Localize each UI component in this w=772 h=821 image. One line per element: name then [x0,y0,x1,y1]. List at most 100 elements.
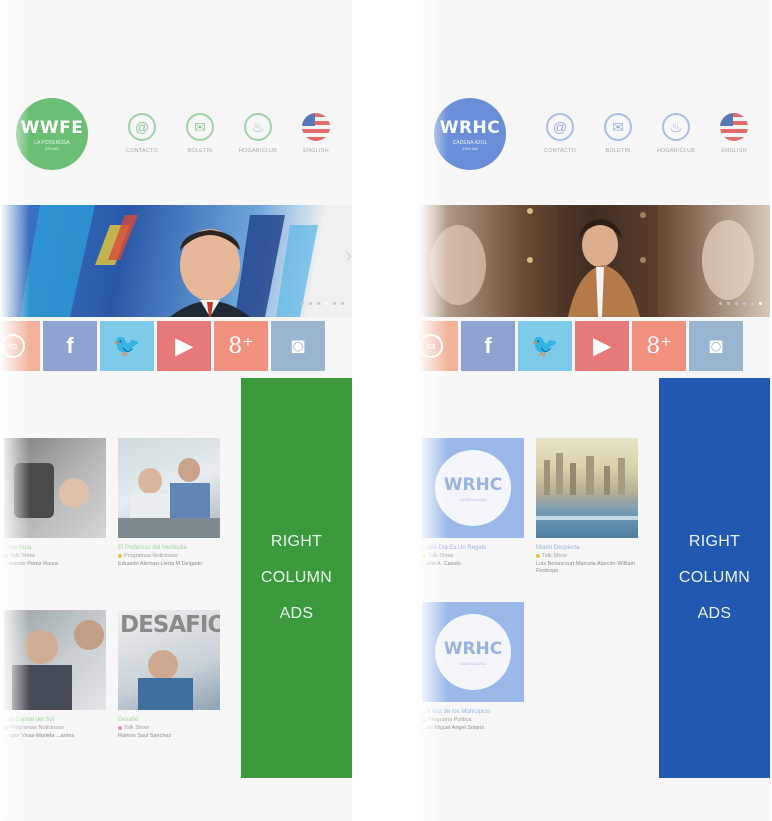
carousel-dot[interactable] [743,302,746,305]
placeholder-mark: WRHC [443,474,503,495]
carousel-dot[interactable] [333,302,336,305]
program-thumbnail [4,438,106,538]
social-bar: ▭ f 🐦 ▶ 8⁺ ◙ [0,321,325,371]
carousel-dot[interactable] [719,302,722,305]
category-label: Talk Show [10,553,36,559]
program-category: Programas Noticiosos [4,725,106,731]
facebook-icon[interactable]: f [461,321,515,371]
instagram-icon[interactable]: ◙ [271,321,325,371]
program-card[interactable]: WRHC CADENA AZUL ...ada Dia Es Un Regalo… [422,438,524,568]
carousel-dot-active[interactable] [325,302,328,305]
nav-label: ENGLISH [303,148,329,154]
carousel-dot[interactable] [301,302,304,305]
mail-icon: ✉ [186,113,214,141]
program-thumbnail [4,610,106,710]
carousel-dot[interactable] [727,302,730,305]
category-label: Programas Noticiosos [124,553,178,559]
program-hosts: Eduardo Aleman-Lieria M.Delgado [118,561,203,567]
program-card[interactable]: WRHC CADENA AZUL ...a Voz de los Municip… [422,602,524,732]
program-card[interactable]: Miami Despierta Talk Show Luis Betancour… [536,438,638,575]
instagram-icon[interactable]: ◙ [689,321,743,371]
chevron-right-icon[interactable]: › [345,245,352,268]
program-title[interactable]: El Poderoso del Mediodía [118,545,220,551]
nav-english[interactable]: ENGLISH [710,113,758,154]
wrhc-placeholder-logo: WRHC CADENA AZUL [435,614,511,690]
googleplus-icon[interactable]: 8⁺ [632,321,686,371]
category-label: Programas Noticiosos [10,725,64,731]
nav-label: BOLETIN [187,148,213,154]
carousel-dots [719,302,762,305]
right-column-ads[interactable]: RIGHT COLUMN ADS [241,378,352,778]
youtube-icon[interactable]: ▶ [575,321,629,371]
site-preview-wrhc: WRHC CADENA AZUL 1550 AM @ CONTACTO ✉ BO… [418,0,770,821]
ads-label: RIGHT COLUMN ADS [678,533,751,622]
category-label: Talk Show [124,725,150,731]
googleplus-icon[interactable]: 8⁺ [214,321,268,371]
category-dot [422,717,426,722]
category-dot [4,553,8,558]
program-category: Talk Show [118,725,220,731]
header-nav: @ CONTACTO ✉ BOLETIN ♨ HOGAR/CLUB ENGLIS… [536,113,758,154]
program-hosts: ...an Miguel Angel Solaris [422,725,485,731]
program-thumbnail [536,438,638,538]
category-label: Talk Show [428,553,454,559]
mail-icon: ✉ [604,113,632,141]
twitter-icon[interactable]: 🐦 [518,321,572,371]
program-card[interactable]: DESAFIO Desafio Talk Show Ramon Saul San… [118,610,220,740]
nav-contacto[interactable]: @ CONTACTO [118,113,166,154]
at-icon: @ [128,113,156,141]
food-icon: ♨ [662,113,690,141]
program-card[interactable]: El Poderoso del Mediodía Programas Notic… [118,438,220,568]
youtube-icon[interactable]: ▶ [157,321,211,371]
program-thumbnail: WRHC CADENA AZUL [422,438,524,538]
program-card[interactable]: ...la Capital del Sol Programas Noticios… [4,610,106,740]
category-dot [536,553,540,558]
carousel-dot[interactable] [751,302,754,305]
nav-boletin[interactable]: ✉ BOLETIN [176,113,224,154]
nav-hogar-club[interactable]: ♨ HOGAR/CLUB [234,113,282,154]
carousel-dot[interactable] [341,302,344,305]
program-thumbnail: WRHC CADENA AZUL [422,602,524,702]
program-title[interactable]: Desafio [118,717,220,723]
facebook-icon[interactable]: f [43,321,97,371]
nav-contacto[interactable]: @ CONTACTO [536,113,584,154]
carousel-dot[interactable] [735,302,738,305]
program-category: Programa Politica [422,717,524,723]
carousel-dot[interactable] [317,302,320,305]
carousel-dot[interactable] [309,302,312,305]
category-label: Programa Politica [428,717,472,723]
social-bar: ▭ f 🐦 ▶ 8⁺ ◙ [418,321,743,371]
program-title[interactable]: ...ine Nota [4,545,106,551]
twitter-icon[interactable]: 🐦 [100,321,154,371]
flag-icon [720,113,748,141]
program-title[interactable]: Miami Despierta [536,545,638,551]
program-title[interactable]: ...la Capital del Sol [4,717,106,723]
carousel-dot-active[interactable] [759,302,762,305]
program-hosts: ...aria A. Casulo [422,561,461,567]
hero-banner[interactable]: › [0,205,352,317]
radio-icon[interactable]: ▭ [418,321,458,371]
placeholder-subtitle: CADENA AZUL [459,496,487,502]
nav-boletin[interactable]: ✉ BOLETIN [594,113,642,154]
nav-label: HOGAR/CLUB [238,148,278,154]
program-title[interactable]: ...a Voz de los Municipios [422,709,524,715]
program-title[interactable]: ...ada Dia Es Un Regalo [422,545,524,551]
program-card[interactable]: ...ine Nota Talk Show ...rnando Perez Ro… [4,438,106,568]
logo-mark: WWFE [20,117,84,138]
nav-english[interactable]: ENGLISH [292,113,340,154]
header-nav: @ CONTACTO ✉ BOLETIN ♨ HOGAR/CLUB ENGLIS… [118,113,340,154]
program-category: Talk Show [536,553,638,559]
nav-label: HOGAR/CLUB [656,148,696,154]
flag-icon [302,113,330,141]
right-column-ads[interactable]: RIGHT COLUMN ADS [659,378,770,778]
station-logo[interactable]: WWFE LA PODEROSA 670 AM [16,98,88,170]
nav-label: CONTACTO [544,148,576,154]
nav-hogar-club[interactable]: ♨ HOGAR/CLUB [652,113,700,154]
radio-icon[interactable]: ▭ [0,321,40,371]
station-logo[interactable]: WRHC CADENA AZUL 1550 AM [434,98,506,170]
nav-label: BOLETIN [605,148,631,154]
banner-graphic [430,205,754,317]
logo-mark: WRHC [439,117,501,138]
hero-banner[interactable] [418,205,770,317]
program-thumbnail [118,438,220,538]
